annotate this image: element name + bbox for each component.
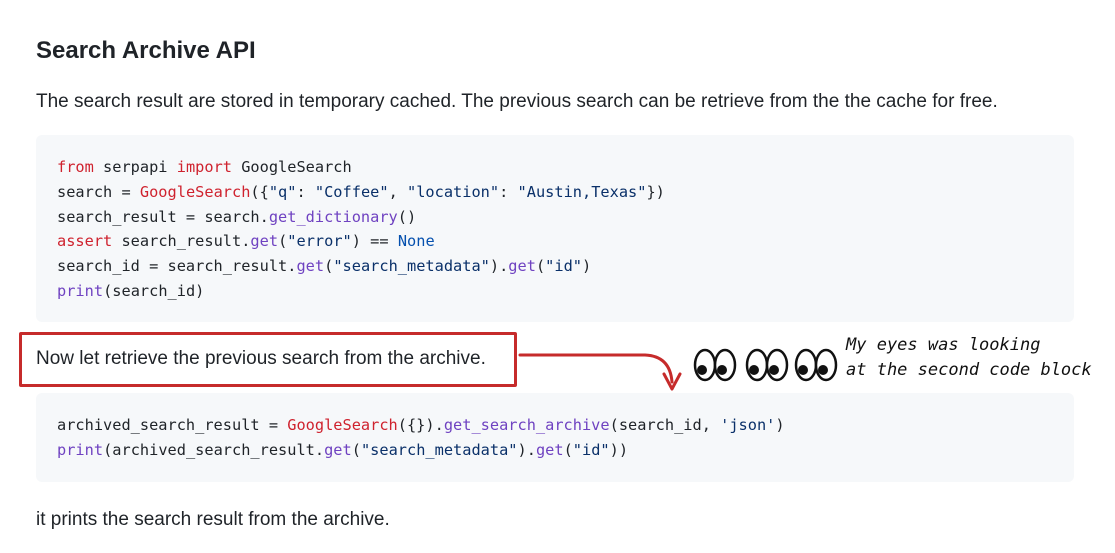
code-token: get [535,440,564,459]
code-token: ). [517,440,536,459]
eye-pair-1 [693,348,737,382]
code-token: get_search_archive [443,416,610,434]
code-line: archived_search_result = GoogleSearch({}… [57,413,1074,438]
annotation-note-line-1: My eyes was looking [846,335,1041,355]
annotation-note-line-2: at the second code block [846,360,1092,380]
outro-paragraph: it prints the search result from the arc… [36,509,390,530]
code-line: print(archived_search_result.get("search… [57,438,1074,463]
code-token: 'json' [720,416,776,434]
code-token: )) [609,440,629,459]
code-token: GoogleSearch [287,416,398,434]
code-token: ) [775,416,785,434]
code-block-2[interactable]: archived_search_result = GoogleSearch({}… [36,393,1074,482]
eyes-icon [693,348,838,382]
code-token: archived_search_result = [57,416,288,434]
code-token: "search_metadata" [360,440,518,459]
code-token: print [57,440,104,459]
code-token: ({}). [397,416,444,434]
code-token: get [324,440,352,459]
eye-pair-3 [794,348,838,382]
annotation-arrow [518,353,674,384]
code-token: "id" [572,440,610,459]
code-token: (search_id, [609,416,721,434]
code-token: (archived_search_result. [103,440,325,459]
code-token: ( [351,440,361,459]
eye-pair-2 [745,348,789,382]
code-token: ( [563,440,573,459]
